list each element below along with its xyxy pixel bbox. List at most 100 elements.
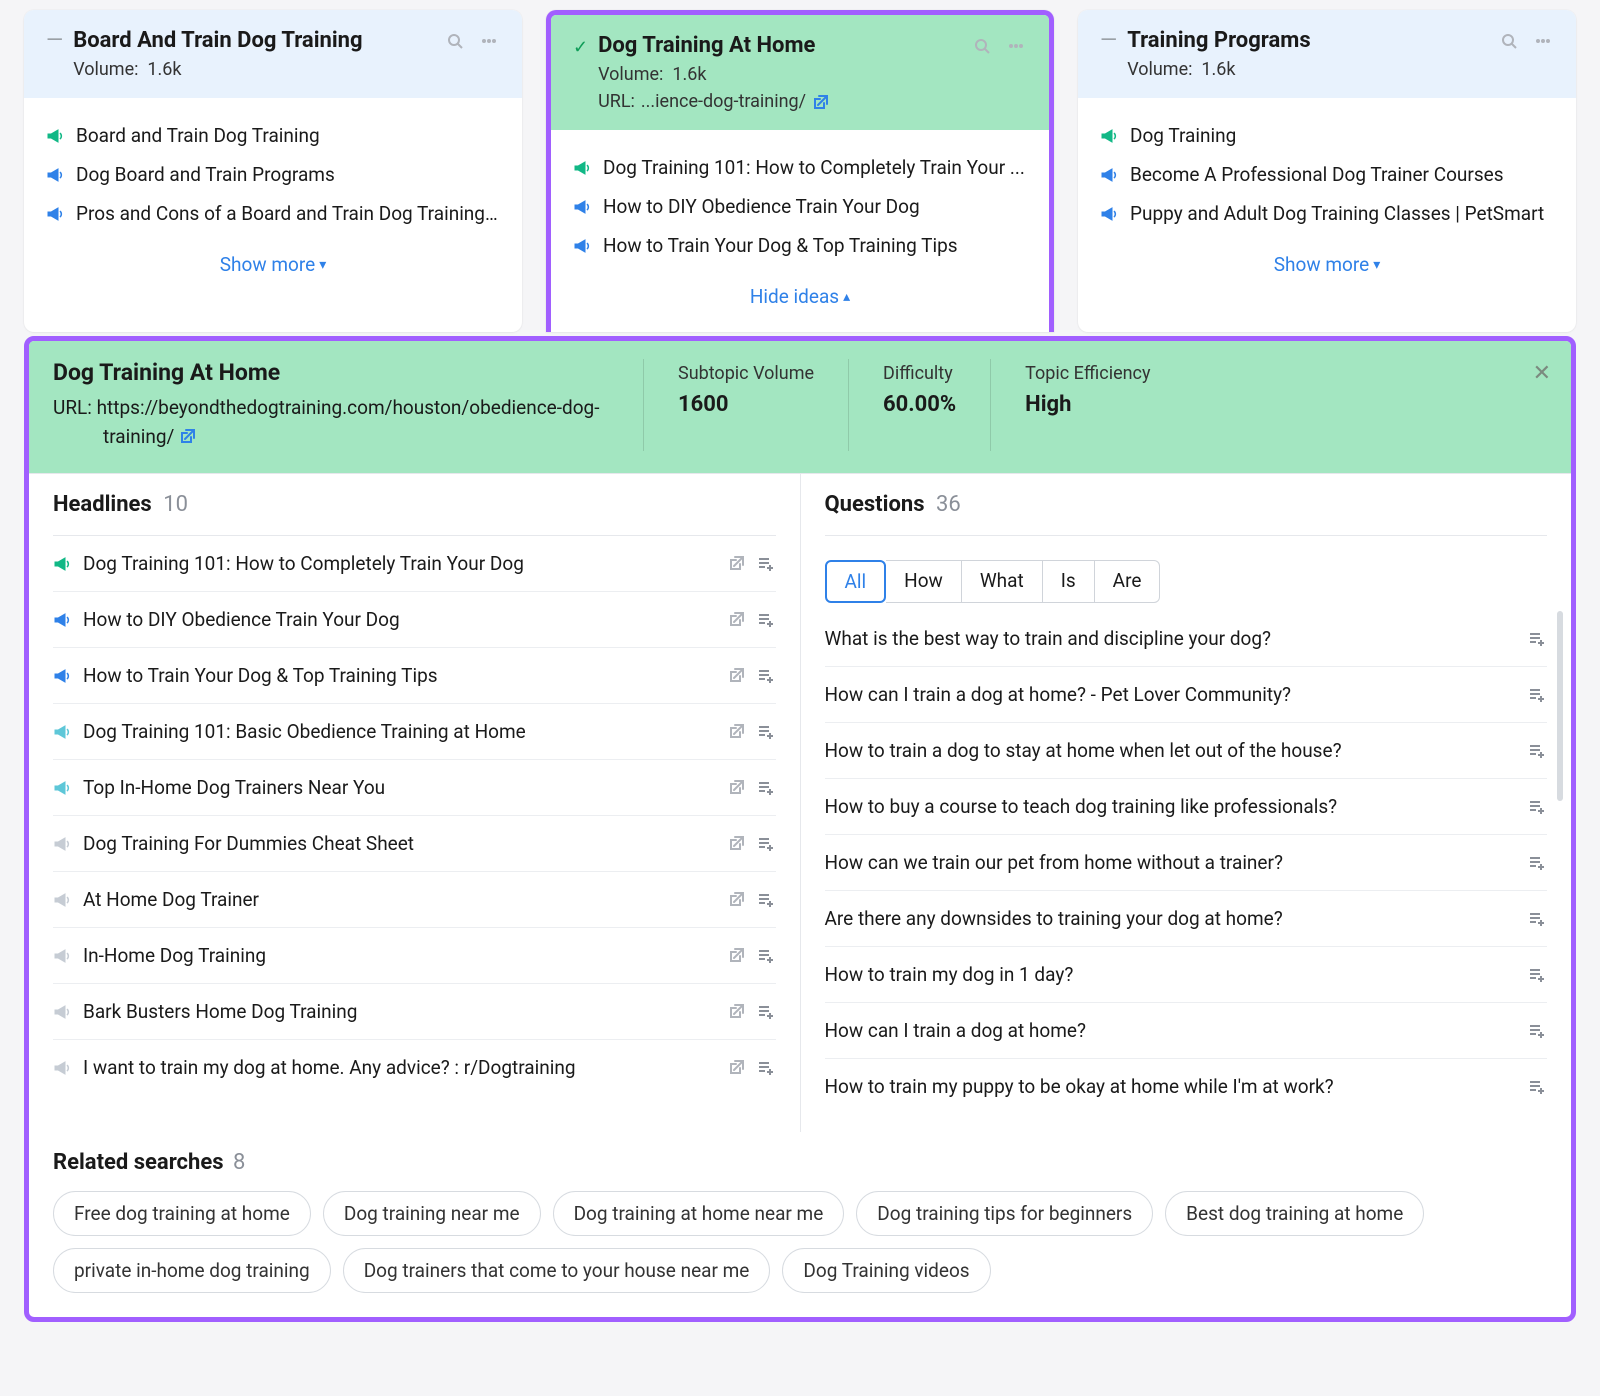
add-to-list-icon[interactable]	[1527, 909, 1547, 929]
add-to-list-icon[interactable]	[756, 722, 776, 742]
detail-url-link[interactable]: https://beyondthedogtraining.com/houston…	[97, 396, 600, 448]
megaphone-icon	[1100, 166, 1120, 184]
close-icon[interactable]: ✕	[1533, 361, 1551, 386]
idea-row[interactable]: Dog Board and Train Programs	[46, 155, 500, 194]
more-icon[interactable]	[1534, 32, 1554, 52]
more-icon[interactable]	[1007, 37, 1027, 57]
question-text: How to train my dog in 1 day?	[825, 963, 1518, 986]
headline-text: In-Home Dog Training	[83, 944, 718, 967]
headline-row[interactable]: Bark Busters Home Dog Training	[53, 984, 776, 1040]
megaphone-icon	[53, 779, 73, 797]
external-link-icon[interactable]	[728, 834, 746, 852]
external-link-icon[interactable]	[728, 890, 746, 908]
megaphone-icon	[46, 127, 66, 145]
add-to-list-icon[interactable]	[1527, 629, 1547, 649]
related-chip[interactable]: Dog training near me	[323, 1191, 541, 1236]
filter-pill[interactable]: What	[962, 560, 1043, 603]
question-row[interactable]: How can we train our pet from home witho…	[825, 835, 1548, 891]
external-link-icon[interactable]	[728, 1002, 746, 1020]
headline-row[interactable]: Dog Training 101: How to Completely Trai…	[53, 536, 776, 592]
external-link-icon[interactable]	[728, 1058, 746, 1076]
idea-row[interactable]: How to DIY Obedience Train Your Dog	[573, 187, 1027, 226]
filter-pill[interactable]: Is	[1043, 560, 1095, 603]
headline-row[interactable]: Dog Training 101: Basic Obedience Traini…	[53, 704, 776, 760]
filter-pill[interactable]: Are	[1095, 560, 1161, 603]
related-chip[interactable]: Dog training tips for beginners	[856, 1191, 1153, 1236]
question-row[interactable]: What is the best way to train and discip…	[825, 611, 1548, 667]
related-chip[interactable]: Dog training at home near me	[553, 1191, 845, 1236]
headline-row[interactable]: I want to train my dog at home. Any advi…	[53, 1040, 776, 1095]
related-chip[interactable]: private in-home dog training	[53, 1248, 331, 1293]
topic-card: — Board And Train Dog Training Volume: 1…	[24, 10, 522, 332]
add-to-list-icon[interactable]	[756, 778, 776, 798]
idea-row[interactable]: Puppy and Adult Dog Training Classes | P…	[1100, 194, 1554, 233]
related-chip[interactable]: Dog Training videos	[782, 1248, 990, 1293]
add-to-list-icon[interactable]	[756, 890, 776, 910]
megaphone-icon	[46, 166, 66, 184]
question-row[interactable]: How to train a dog to stay at home when …	[825, 723, 1548, 779]
external-link-icon[interactable]	[179, 427, 197, 445]
idea-row[interactable]: Dog Training 101: How to Completely Trai…	[573, 148, 1027, 187]
card-volume: Volume: 1.6k	[598, 64, 830, 85]
question-row[interactable]: How to buy a course to teach dog trainin…	[825, 779, 1548, 835]
scrollbar[interactable]	[1557, 611, 1563, 801]
headline-row[interactable]: Dog Training For Dummies Cheat Sheet	[53, 816, 776, 872]
external-link-icon[interactable]	[728, 610, 746, 628]
external-link-icon[interactable]	[728, 778, 746, 796]
external-link-icon[interactable]	[728, 666, 746, 684]
search-icon[interactable]	[973, 37, 993, 57]
add-to-list-icon[interactable]	[1527, 1077, 1547, 1097]
megaphone-icon	[53, 891, 73, 909]
question-row[interactable]: How can I train a dog at home?	[825, 1003, 1548, 1059]
related-chip[interactable]: Free dog training at home	[53, 1191, 311, 1236]
add-to-list-icon[interactable]	[756, 666, 776, 686]
add-to-list-icon[interactable]	[1527, 741, 1547, 761]
related-chip[interactable]: Dog trainers that come to your house nea…	[343, 1248, 771, 1293]
question-row[interactable]: How to train my dog in 1 day?	[825, 947, 1548, 1003]
search-icon[interactable]	[446, 32, 466, 52]
more-icon[interactable]	[480, 32, 500, 52]
add-to-list-icon[interactable]	[1527, 853, 1547, 873]
question-row[interactable]: How can I train a dog at home? - Pet Lov…	[825, 667, 1548, 723]
add-to-list-icon[interactable]	[756, 610, 776, 630]
headline-row[interactable]: At Home Dog Trainer	[53, 872, 776, 928]
add-to-list-icon[interactable]	[756, 1058, 776, 1078]
toggle-ideas-link[interactable]: Show more ▾	[1274, 253, 1380, 276]
filter-pill[interactable]: All	[825, 560, 887, 603]
add-to-list-icon[interactable]	[756, 946, 776, 966]
add-to-list-icon[interactable]	[1527, 1021, 1547, 1041]
detail-header: Dog Training At Home URL: https://beyond…	[29, 341, 1571, 473]
idea-text: Pros and Cons of a Board and Train Dog T…	[76, 202, 500, 225]
add-to-list-icon[interactable]	[1527, 797, 1547, 817]
add-to-list-icon[interactable]	[756, 554, 776, 574]
question-row[interactable]: Are there any downsides to training your…	[825, 891, 1548, 947]
headline-row[interactable]: In-Home Dog Training	[53, 928, 776, 984]
headline-row[interactable]: Top In-Home Dog Trainers Near You	[53, 760, 776, 816]
card-volume: Volume: 1.6k	[73, 59, 362, 80]
megaphone-icon	[1100, 205, 1120, 223]
idea-row[interactable]: Pros and Cons of a Board and Train Dog T…	[46, 194, 500, 233]
external-link-icon[interactable]	[728, 722, 746, 740]
add-to-list-icon[interactable]	[1527, 965, 1547, 985]
idea-row[interactable]: Dog Training	[1100, 116, 1554, 155]
add-to-list-icon[interactable]	[756, 1002, 776, 1022]
add-to-list-icon[interactable]	[756, 834, 776, 854]
related-chip[interactable]: Best dog training at home	[1165, 1191, 1424, 1236]
megaphone-icon	[1100, 127, 1120, 145]
add-to-list-icon[interactable]	[1527, 685, 1547, 705]
headline-row[interactable]: How to Train Your Dog & Top Training Tip…	[53, 648, 776, 704]
idea-row[interactable]: Become A Professional Dog Trainer Course…	[1100, 155, 1554, 194]
card-title: Board And Train Dog Training	[73, 28, 362, 53]
external-link-icon[interactable]	[812, 93, 830, 111]
search-icon[interactable]	[1500, 32, 1520, 52]
idea-row[interactable]: How to Train Your Dog & Top Training Tip…	[573, 226, 1027, 265]
toggle-ideas-link[interactable]: Show more ▾	[220, 253, 326, 276]
external-link-icon[interactable]	[728, 554, 746, 572]
filter-pill[interactable]: How	[886, 560, 962, 603]
headline-row[interactable]: How to DIY Obedience Train Your Dog	[53, 592, 776, 648]
toggle-ideas-link[interactable]: Hide ideas ▴	[750, 285, 850, 308]
external-link-icon[interactable]	[728, 946, 746, 964]
card-url: URL: ...ience-dog-training/	[598, 91, 830, 112]
question-row[interactable]: How to train my puppy to be okay at home…	[825, 1059, 1548, 1114]
idea-row[interactable]: Board and Train Dog Training	[46, 116, 500, 155]
